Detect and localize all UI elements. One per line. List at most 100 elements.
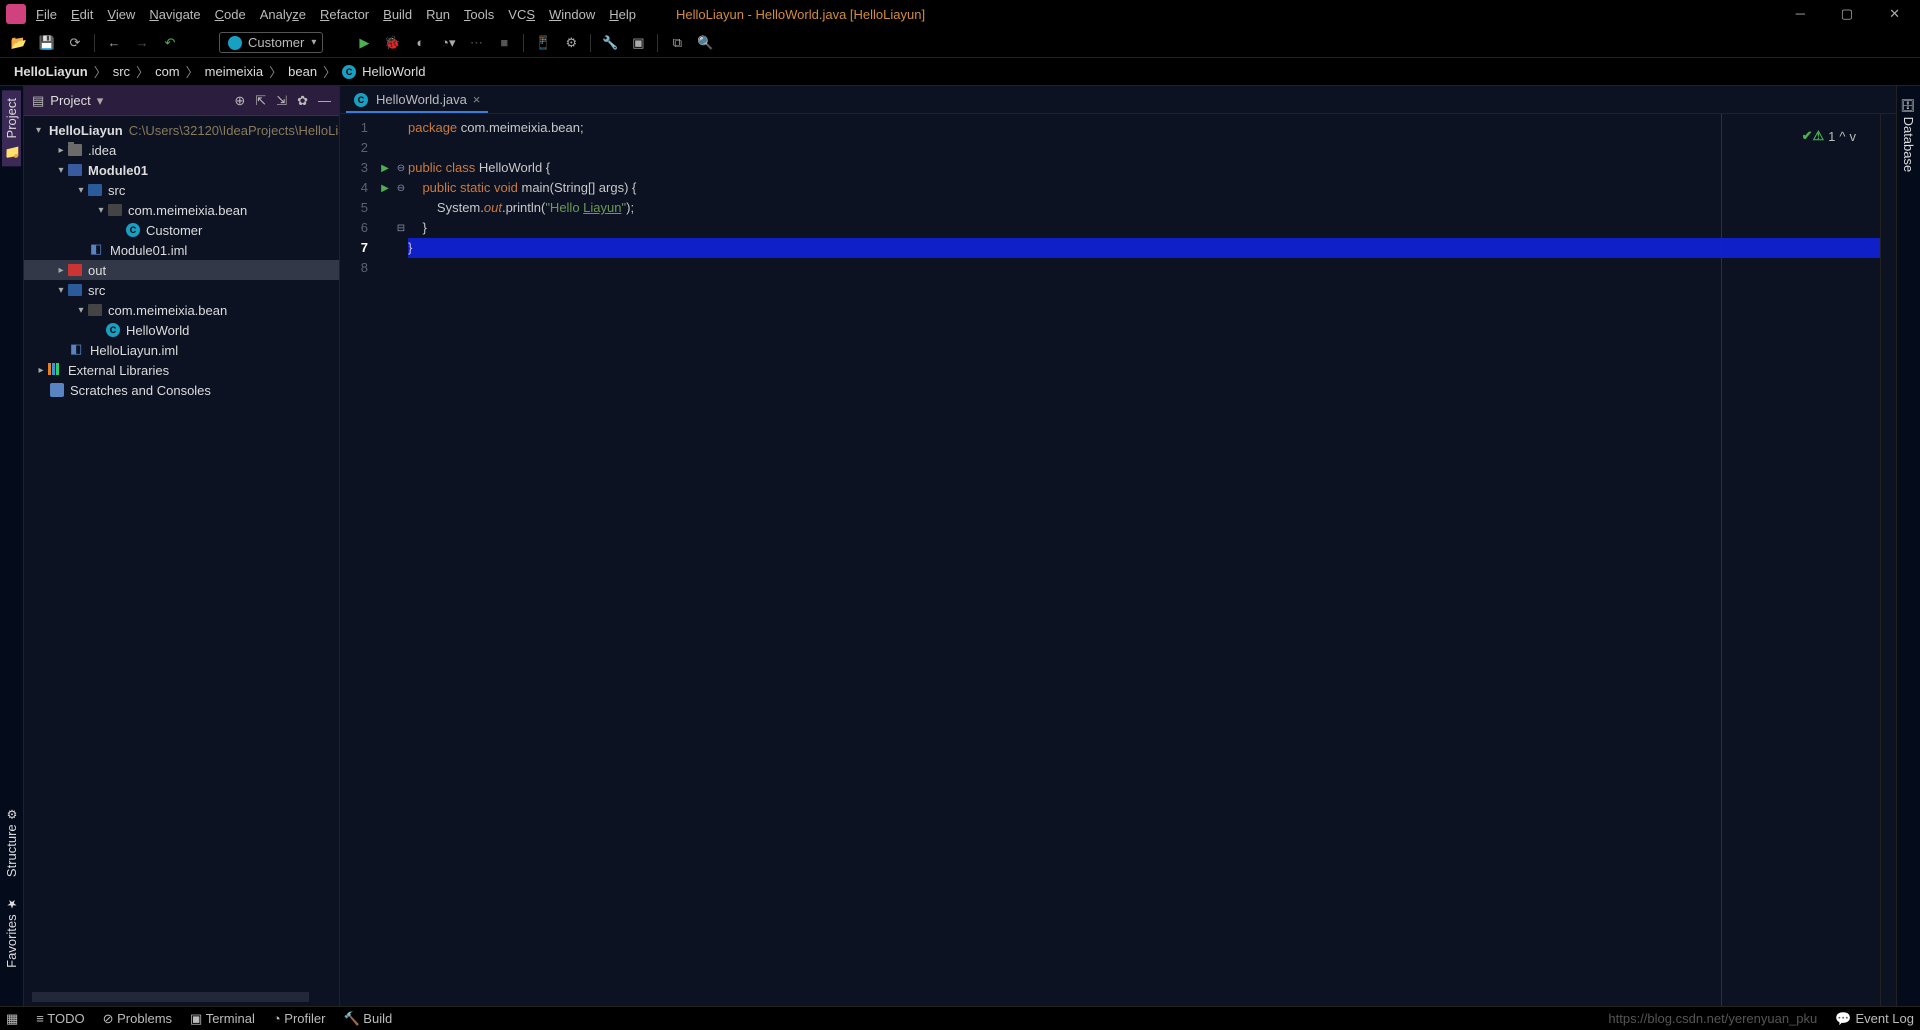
status-profiler[interactable]: ◔ Profiler bbox=[273, 1011, 326, 1026]
editor-tabs: C HelloWorld.java × bbox=[340, 86, 1896, 114]
tree-out[interactable]: ▸ out bbox=[24, 260, 339, 280]
tree-libraries[interactable]: ▸ External Libraries bbox=[24, 360, 339, 380]
run-method-icon[interactable]: ▶ bbox=[381, 183, 389, 194]
next-highlight-icon[interactable]: v bbox=[1850, 129, 1857, 144]
tree-module[interactable]: ▾ Module01 bbox=[24, 160, 339, 180]
status-terminal[interactable]: ▣ Terminal bbox=[190, 1011, 255, 1027]
warning-count: 1 bbox=[1828, 129, 1835, 144]
class-icon: C bbox=[342, 65, 356, 79]
class-icon: C bbox=[354, 93, 368, 107]
status-todo[interactable]: ≡ TODO bbox=[36, 1011, 84, 1026]
debug-icon[interactable]: 🐞 bbox=[383, 34, 401, 52]
tab-helloworld[interactable]: C HelloWorld.java × bbox=[346, 88, 488, 113]
crumb-bean[interactable]: bean bbox=[288, 64, 317, 79]
tree-helloworld-class[interactable]: C HelloWorld bbox=[24, 320, 339, 340]
expand-all-icon[interactable]: ⇱ bbox=[255, 93, 266, 109]
tab-label: HelloWorld.java bbox=[376, 92, 467, 107]
save-icon[interactable]: 💾 bbox=[38, 34, 56, 52]
tree-customer-class[interactable]: C Customer bbox=[24, 220, 339, 240]
sdk-icon[interactable]: ▣ bbox=[629, 34, 647, 52]
project-header[interactable]: ▤ Project ▾ ⊕ ⇱ ⇲ ✿ — bbox=[24, 86, 339, 116]
crumb-project[interactable]: HelloLiayun bbox=[14, 64, 88, 79]
forward-icon[interactable]: → bbox=[133, 34, 151, 52]
tree-root-pkg[interactable]: ▾ com.meimeixia.bean bbox=[24, 300, 339, 320]
device-icon[interactable]: 📱 bbox=[534, 34, 552, 52]
run-icon[interactable]: ▶ bbox=[355, 34, 373, 52]
line-gutter[interactable]: 1 2 3 4 5 6 7 8 bbox=[340, 114, 376, 1006]
undo-nav-icon[interactable]: ↶ bbox=[161, 34, 179, 52]
code-editor[interactable]: 1 2 3 4 5 6 7 8 ▶ ▶ ⊖ bbox=[340, 114, 1896, 1006]
rail-favorites[interactable]: Favorites ★ bbox=[2, 889, 21, 976]
run-gutter[interactable]: ▶ ▶ bbox=[376, 114, 394, 1006]
menu-run[interactable]: Run bbox=[426, 7, 450, 22]
dropdown-icon[interactable]: ▾ bbox=[97, 93, 104, 109]
back-icon[interactable]: ← bbox=[105, 34, 123, 52]
run-class-icon[interactable]: ▶ bbox=[381, 163, 389, 174]
inspection-widget[interactable]: ✔⚠ 1 ^ v bbox=[1802, 128, 1856, 144]
maximize-icon[interactable]: ▢ bbox=[1841, 6, 1853, 22]
close-tab-icon[interactable]: × bbox=[473, 92, 481, 107]
profile-icon[interactable]: ◔▾ bbox=[439, 34, 457, 52]
collapse-all-icon[interactable]: ⇲ bbox=[276, 93, 287, 109]
prev-highlight-icon[interactable]: ^ bbox=[1839, 129, 1845, 144]
titlebar: File Edit View Navigate Code Analyze Ref… bbox=[0, 0, 1920, 28]
stop-icon[interactable]: ■ bbox=[495, 34, 513, 52]
close-icon[interactable]: ✕ bbox=[1889, 6, 1900, 22]
attach-icon[interactable]: ⋯ bbox=[467, 34, 485, 52]
app-icon bbox=[6, 4, 26, 24]
hide-icon[interactable]: — bbox=[318, 93, 331, 109]
crumb-com[interactable]: com bbox=[155, 64, 180, 79]
layout-icon[interactable]: ⧉ bbox=[668, 34, 686, 52]
crumb-src[interactable]: src bbox=[113, 64, 130, 79]
right-rail: 🗄 Database bbox=[1896, 86, 1920, 1006]
project-tree[interactable]: ▾ HelloLiayun C:\Users\32120\IdeaProject… bbox=[24, 116, 339, 992]
run-config-dropdown[interactable]: Customer bbox=[219, 32, 323, 53]
avd-icon[interactable]: ⚙ bbox=[562, 34, 580, 52]
menu-edit[interactable]: Edit bbox=[71, 7, 93, 22]
menu-tools[interactable]: Tools bbox=[464, 7, 494, 22]
rail-project[interactable]: 📁Project bbox=[2, 90, 21, 166]
crumb-class[interactable]: HelloWorld bbox=[362, 64, 425, 79]
menu-file[interactable]: File bbox=[36, 7, 57, 22]
refresh-icon[interactable]: ⟳ bbox=[66, 34, 84, 52]
tree-module-iml[interactable]: Module01.iml bbox=[24, 240, 339, 260]
tree-idea[interactable]: ▸ .idea bbox=[24, 140, 339, 160]
crumb-meimeixia[interactable]: meimeixia bbox=[205, 64, 264, 79]
menu-code[interactable]: Code bbox=[215, 7, 246, 22]
menu-help[interactable]: Help bbox=[609, 7, 636, 22]
menu-refactor[interactable]: Refactor bbox=[320, 7, 369, 22]
gear-icon[interactable]: ✿ bbox=[297, 93, 308, 109]
menu-navigate[interactable]: Navigate bbox=[149, 7, 200, 22]
left-rail: 📁Project Structure ⚙ Favorites ★ bbox=[0, 86, 24, 1006]
status-eventlog[interactable]: 💬 Event Log bbox=[1835, 1011, 1914, 1027]
code-content[interactable]: package com.meimeixia.bean; public class… bbox=[408, 114, 1880, 1006]
tree-root-iml[interactable]: HelloLiayun.iml bbox=[24, 340, 339, 360]
wrench-icon[interactable]: 🔧 bbox=[601, 34, 619, 52]
menu-build[interactable]: Build bbox=[383, 7, 412, 22]
select-opened-icon[interactable]: ⊕ bbox=[234, 93, 245, 109]
menu-view[interactable]: View bbox=[107, 7, 135, 22]
open-icon[interactable]: 📂 bbox=[10, 34, 28, 52]
scrollbar-horizontal[interactable] bbox=[32, 992, 309, 1002]
rail-structure[interactable]: Structure ⚙ bbox=[2, 799, 21, 885]
rail-database[interactable]: 🗄 Database bbox=[1899, 90, 1918, 180]
status-problems[interactable]: ⊘ Problems bbox=[103, 1011, 172, 1027]
tree-scratches[interactable]: Scratches and Consoles bbox=[24, 380, 339, 400]
minimize-icon[interactable]: ─ bbox=[1796, 6, 1805, 22]
tree-module-pkg[interactable]: ▾ com.meimeixia.bean bbox=[24, 200, 339, 220]
menu-window[interactable]: Window bbox=[549, 7, 595, 22]
status-build[interactable]: 🔨 Build bbox=[343, 1011, 392, 1027]
tree-module-src[interactable]: ▾ src bbox=[24, 180, 339, 200]
fold-gutter[interactable]: ⊖ ⊖ ⊟ bbox=[394, 114, 408, 1006]
check-icon: ✔⚠ bbox=[1802, 128, 1825, 144]
menu-vcs[interactable]: VCS bbox=[508, 7, 535, 22]
watermark-text: https://blog.csdn.net/yerenyuan_pku bbox=[1608, 1011, 1817, 1026]
coverage-icon[interactable]: ◐ bbox=[411, 34, 429, 52]
tool-win-icon[interactable]: ▦ bbox=[6, 1011, 18, 1027]
menu-analyze[interactable]: Analyze bbox=[260, 7, 306, 22]
tree-root[interactable]: ▾ HelloLiayun C:\Users\32120\IdeaProject… bbox=[24, 120, 339, 140]
editor-area: C HelloWorld.java × 1 2 3 4 5 6 7 8 bbox=[340, 86, 1896, 1006]
search-icon[interactable]: 🔍 bbox=[696, 34, 714, 52]
tree-root-src[interactable]: ▾ src bbox=[24, 280, 339, 300]
error-stripe[interactable] bbox=[1880, 114, 1896, 1006]
